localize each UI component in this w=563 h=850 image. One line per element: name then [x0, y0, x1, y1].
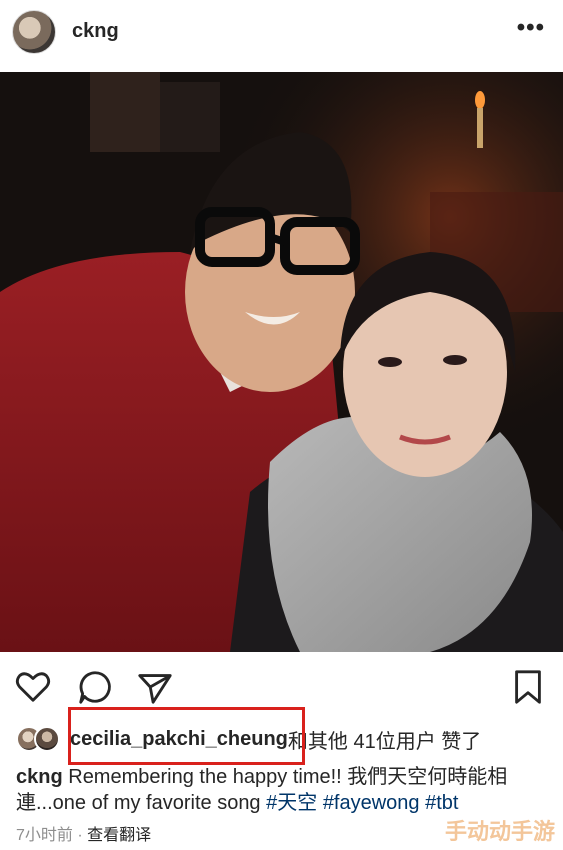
comment-icon[interactable] [76, 668, 114, 706]
post-time: 7小时前 [16, 827, 73, 844]
post-photo[interactable] [0, 72, 563, 652]
likes-count-text[interactable]: 和其他 41位用户 赞了 [288, 725, 481, 754]
highlight-box [68, 707, 305, 765]
translate-link[interactable]: 查看翻译 [87, 827, 151, 844]
post-username[interactable]: ckng [72, 20, 119, 43]
hashtag[interactable]: #tbt [425, 792, 458, 814]
post-header: ckng ••• [0, 0, 563, 66]
more-options-icon[interactable]: ••• [517, 16, 545, 40]
post-caption: ckng Remembering the happy time!! 我們天空何時… [16, 764, 546, 816]
heart-icon[interactable] [14, 668, 52, 706]
hashtag[interactable]: #fayewong [323, 792, 420, 814]
watermark: 手动动手游 [444, 820, 555, 845]
hashtag[interactable]: #天空 [266, 792, 317, 814]
meta-separator: · [72, 827, 88, 844]
send-icon[interactable] [136, 668, 174, 706]
action-bar [0, 662, 563, 710]
photo-illustration [0, 72, 563, 652]
liker-avatar [34, 726, 60, 752]
bookmark-icon[interactable] [509, 668, 547, 706]
post-meta: 7小时前 · 查看翻译 [16, 821, 151, 845]
avatar[interactable] [12, 10, 56, 54]
caption-username[interactable]: ckng [16, 766, 63, 788]
